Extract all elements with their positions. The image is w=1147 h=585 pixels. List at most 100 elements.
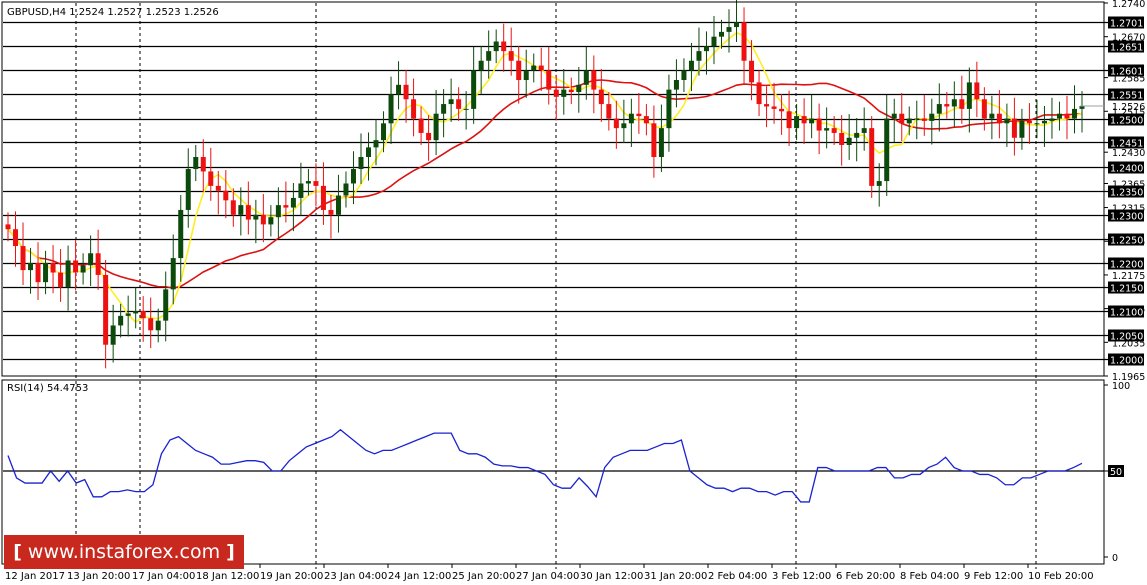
candle-body-113 — [854, 132, 860, 138]
x-label-13: 6 Feb 20:00 — [836, 571, 895, 582]
x-label-0: 12 Jan 2017 — [5, 571, 65, 582]
candle-body-119 — [899, 113, 905, 124]
candle-body-39 — [298, 183, 304, 198]
rsi-level-tag: 50 — [1110, 467, 1122, 478]
level-tag-1.2500: 1.2500 — [1110, 116, 1143, 127]
candle-body-79 — [598, 89, 604, 105]
candle-body-97 — [734, 22, 740, 28]
level-tag-1.2050: 1.2050 — [1110, 332, 1143, 343]
candle-body-7 — [58, 272, 64, 287]
candle-body-94 — [711, 36, 717, 47]
candle-body-58 — [441, 104, 447, 114]
candle-body-54 — [411, 99, 417, 119]
candle-body-102 — [771, 106, 777, 109]
candle-body-51 — [388, 94, 394, 124]
candle-body-91 — [688, 60, 694, 71]
candle-body-27 — [208, 171, 214, 186]
candle-body-9 — [73, 260, 79, 273]
candle-body-103 — [779, 108, 785, 112]
candle-body-40 — [305, 181, 311, 184]
candle-body-72 — [546, 70, 552, 90]
candle-body-2 — [20, 246, 26, 271]
candle-body-36 — [275, 205, 281, 218]
candle-body-121 — [914, 118, 920, 120]
candle-body-61 — [463, 108, 469, 110]
candle-body-4 — [35, 262, 41, 283]
candle-body-64 — [486, 51, 492, 61]
candle-body-14 — [110, 325, 116, 345]
candle-body-100 — [756, 82, 762, 105]
candle-body-140 — [1056, 113, 1062, 119]
candle-body-52 — [396, 84, 402, 95]
candle-body-68 — [516, 60, 522, 81]
candle-body-122 — [921, 118, 927, 121]
candle-body-123 — [929, 113, 935, 121]
level-tag-1.2200: 1.2200 — [1110, 260, 1143, 271]
candle-body-28 — [215, 185, 221, 191]
candle-body-117 — [884, 118, 890, 182]
candle-body-114 — [861, 128, 867, 133]
candle-body-81 — [613, 118, 619, 129]
level-tag-1.2100: 1.2100 — [1110, 308, 1143, 319]
candle-body-95 — [718, 31, 724, 37]
rsi-tick-label-100: 100 — [1112, 381, 1130, 392]
level-tag-1.2551: 1.2551 — [1110, 91, 1143, 102]
level-tag-1.2601: 1.2601 — [1110, 67, 1143, 78]
candle-body-98 — [741, 22, 747, 61]
candle-body-19 — [148, 318, 154, 331]
x-label-9: 30 Jan 12:00 — [580, 571, 643, 582]
candle-body-139 — [1049, 118, 1055, 121]
level-labels: 1.27011.26511.26011.25511.25001.24511.24… — [1108, 16, 1144, 367]
candle-body-34 — [260, 214, 266, 225]
candle-body-84 — [636, 113, 642, 117]
candle-body-29 — [223, 190, 229, 201]
candle-body-106 — [801, 116, 807, 124]
candle-body-107 — [809, 118, 815, 124]
candle-body-6 — [50, 262, 56, 273]
candle-body-12 — [95, 253, 101, 275]
x-label-11: 2 Feb 04:00 — [708, 571, 767, 582]
candle-body-22 — [170, 258, 176, 290]
candle-body-115 — [869, 128, 875, 186]
candle-body-41 — [313, 181, 319, 186]
candle-body-136 — [1026, 120, 1032, 124]
candle-body-134 — [1011, 118, 1017, 138]
candle-body-126 — [951, 99, 957, 107]
x-label-8: 27 Jan 04:00 — [516, 571, 579, 582]
candle-body-38 — [290, 197, 296, 208]
x-label-1: 13 Jan 20:00 — [67, 571, 130, 582]
candle-body-132 — [996, 113, 1002, 124]
candle-body-32 — [245, 205, 251, 220]
x-label-15: 9 Feb 12:00 — [964, 571, 1023, 582]
price-tick-label-8: 1.2175 — [1112, 271, 1145, 282]
rsi-tick-label-0: 0 — [1112, 553, 1118, 564]
candle-body-78 — [591, 70, 597, 90]
candle-body-30 — [230, 200, 236, 215]
x-label-6: 24 Jan 12:00 — [388, 571, 451, 582]
level-tag-1.2451: 1.2451 — [1110, 139, 1143, 150]
candle-body-108 — [816, 118, 822, 131]
candle-body-10 — [80, 265, 86, 273]
x-label-4: 19 Jan 20:00 — [260, 571, 323, 582]
level-tag-1.2150: 1.2150 — [1110, 284, 1143, 295]
x-label-10: 31 Jan 20:00 — [644, 571, 707, 582]
candle-body-67 — [508, 51, 514, 61]
last-price-label: 1.2526 — [1112, 102, 1145, 113]
candle-body-86 — [651, 123, 657, 158]
candle-body-83 — [628, 113, 634, 124]
instaforex-watermark: [ www.instaforex.com ] — [4, 535, 244, 569]
candle-body-15 — [118, 315, 124, 326]
candle-body-82 — [621, 123, 627, 129]
candle-body-57 — [433, 113, 439, 141]
candle-body-89 — [673, 80, 679, 90]
candle-body-128 — [966, 82, 972, 109]
level-tag-1.2651: 1.2651 — [1110, 43, 1143, 54]
candle-body-101 — [764, 104, 770, 107]
candle-body-135 — [1019, 120, 1025, 138]
candle-body-65 — [493, 41, 499, 52]
candle-body-20 — [155, 320, 161, 331]
candle-body-17 — [133, 311, 139, 314]
candle-body-24 — [185, 169, 191, 210]
candle-body-3 — [28, 262, 34, 271]
candle-body-21 — [163, 289, 169, 321]
